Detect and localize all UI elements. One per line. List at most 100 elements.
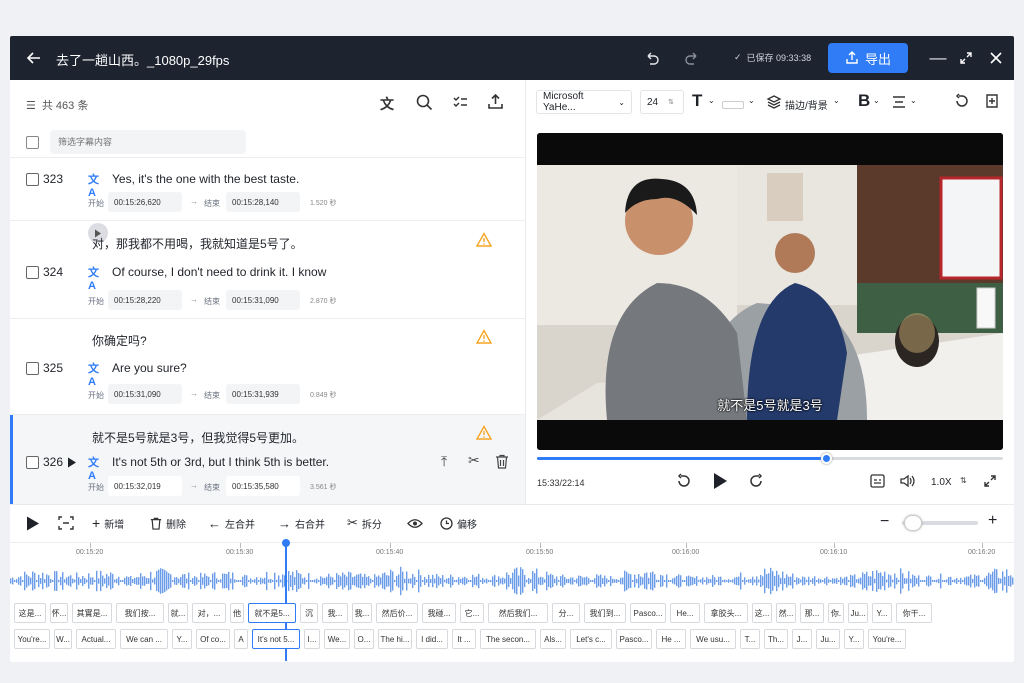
delete-button[interactable]: 删除: [150, 511, 186, 535]
subtitle-clip[interactable]: Ju...: [848, 603, 868, 623]
subtitle-clip[interactable]: It's not 5...: [252, 629, 300, 649]
zoom-in-icon[interactable]: +: [988, 512, 997, 530]
back-arrow-icon[interactable]: [24, 48, 44, 68]
fullscreen-icon[interactable]: [983, 474, 997, 488]
subtitle-clip[interactable]: 这是...: [14, 603, 46, 623]
subtitle-clip[interactable]: Let's c...: [570, 629, 612, 649]
play-icon[interactable]: [712, 472, 728, 490]
subtitle-clip[interactable]: 其實是...: [72, 603, 112, 623]
subtitle-clip[interactable]: 它...: [460, 603, 484, 623]
layers-icon[interactable]: [766, 94, 782, 110]
video-player[interactable]: 就不是5号就是3号: [537, 133, 1003, 450]
export-button[interactable]: 导出: [828, 43, 908, 73]
minimize-icon[interactable]: —: [928, 48, 948, 68]
chevron-down-icon[interactable]: ⌄: [873, 96, 880, 105]
play-icon[interactable]: [67, 457, 77, 468]
subtitle-clip[interactable]: You're...: [14, 629, 50, 649]
reset-icon[interactable]: [954, 93, 970, 109]
subtitle-clip[interactable]: W...: [54, 629, 72, 649]
zoom-out-icon[interactable]: −: [880, 513, 889, 531]
subtitle-clip[interactable]: 沉: [300, 603, 318, 623]
subtitle-toggle-icon[interactable]: [870, 474, 885, 488]
subtitle-clip[interactable]: 然后价...: [376, 603, 418, 623]
subtitle-clip[interactable]: He ...: [656, 629, 686, 649]
subtitle-clip[interactable]: 我...: [352, 603, 372, 623]
subtitle-clip[interactable]: 你干...: [896, 603, 932, 623]
zoom-slider[interactable]: [902, 515, 978, 531]
english-text[interactable]: Of course, I don't need to drink it. I k…: [112, 265, 326, 279]
subtitle-clip[interactable]: 我碰...: [422, 603, 456, 623]
subtitle-clip[interactable]: Y...: [872, 603, 892, 623]
eye-icon[interactable]: [407, 518, 423, 529]
merge-left-button[interactable]: ← 左合并: [208, 511, 255, 535]
subtitle-clip[interactable]: 你.: [828, 603, 844, 623]
subtitle-clip[interactable]: You're...: [868, 629, 906, 649]
subtitle-clip[interactable]: The hi...: [378, 629, 412, 649]
undo-icon[interactable]: [642, 48, 662, 68]
start-time-field[interactable]: 00:15:32,019: [108, 476, 182, 496]
chevron-down-icon[interactable]: ⌄: [910, 96, 917, 105]
timeline-play-icon[interactable]: [26, 516, 40, 531]
subtitle-clip[interactable]: T...: [740, 629, 760, 649]
subtitle-row-326[interactable]: 就不是5号就是3号，但我觉得5号更加。 326 文A It's not 5th …: [10, 415, 525, 504]
select-all-checkbox[interactable]: [26, 136, 39, 154]
text-style-icon[interactable]: T: [692, 91, 702, 111]
subtitle-clip[interactable]: We usu...: [690, 629, 736, 649]
subtitle-clip[interactable]: 就...: [168, 603, 188, 623]
rewind-icon[interactable]: [676, 473, 692, 489]
merge-icon[interactable]: ⤒: [441, 453, 447, 470]
chevron-down-icon[interactable]: ⌄: [748, 96, 755, 105]
upload-icon[interactable]: [487, 93, 504, 115]
subtitle-clip[interactable]: 我们按...: [116, 603, 164, 623]
subtitle-clip[interactable]: 然后我们...: [488, 603, 548, 623]
end-time-field[interactable]: 00:15:31,090: [226, 290, 300, 310]
offset-button[interactable]: 偏移: [440, 511, 477, 535]
start-time-field[interactable]: 00:15:31,090: [108, 384, 182, 404]
subtitle-clip[interactable]: 分...: [552, 603, 580, 623]
volume-icon[interactable]: [900, 474, 916, 488]
zoom-slider-handle[interactable]: [904, 515, 922, 531]
english-text[interactable]: Yes, it's the one with the best taste.: [112, 172, 299, 186]
subtitle-clip[interactable]: 拿胶头...: [704, 603, 748, 623]
start-time-field[interactable]: 00:15:28,220: [108, 290, 182, 310]
subtitle-clip[interactable]: 对，...: [192, 603, 226, 623]
font-size-stepper[interactable]: 24 ⇅: [640, 90, 684, 114]
color-swatch[interactable]: [722, 101, 744, 109]
subtitle-clip[interactable]: Y...: [172, 629, 192, 649]
video-progress-track[interactable]: [537, 453, 1003, 464]
align-icon[interactable]: [891, 94, 907, 110]
filter-input[interactable]: [50, 130, 246, 154]
end-time-field[interactable]: 00:15:31,939: [226, 384, 300, 404]
row-checkbox[interactable]: [26, 172, 39, 186]
redo-icon[interactable]: [682, 48, 702, 68]
subtitle-clip[interactable]: 那...: [800, 603, 824, 623]
subtitle-clip[interactable]: A: [234, 629, 248, 649]
subtitle-clip[interactable]: We can ...: [120, 629, 168, 649]
translate-icon[interactable]: 文: [380, 94, 398, 112]
chevron-down-icon[interactable]: ⌄: [833, 96, 840, 105]
scissors-icon[interactable]: ✂: [468, 452, 480, 469]
subtitle-clip[interactable]: O...: [354, 629, 374, 649]
subtitle-clip[interactable]: 他: [230, 603, 244, 623]
subtitle-clip[interactable]: 就不是5...: [248, 603, 296, 623]
start-time-field[interactable]: 00:15:26,620: [108, 192, 182, 212]
subtitle-row-325[interactable]: 你确定吗? 325 文A Are you sure? 开始 00:15:31,0…: [10, 319, 525, 415]
english-text[interactable]: Are you sure?: [112, 361, 187, 375]
subtitle-clip[interactable]: 怀...: [50, 603, 68, 623]
row-checkbox[interactable]: [26, 361, 39, 375]
subtitle-clip[interactable]: Pasco...: [616, 629, 652, 649]
video-progress-handle[interactable]: [820, 453, 832, 464]
subtitle-clip[interactable]: 然...: [776, 603, 796, 623]
chinese-text[interactable]: 就不是5号就是3号，但我觉得5号更加。: [92, 429, 304, 446]
subtitle-clip[interactable]: Ju...: [816, 629, 840, 649]
subtitle-clip[interactable]: Th...: [764, 629, 788, 649]
end-time-field[interactable]: 00:15:28,140: [226, 192, 300, 212]
chinese-text[interactable]: 对，那我都不用喝，我就知道是5号了。: [92, 235, 303, 252]
subtitle-clip[interactable]: Actual...: [76, 629, 116, 649]
subtitle-clip[interactable]: Of co...: [196, 629, 230, 649]
subtitle-clip[interactable]: It ...: [452, 629, 476, 649]
subtitle-clip[interactable]: 我...: [322, 603, 348, 623]
fit-icon[interactable]: [58, 516, 74, 530]
stroke-background-label[interactable]: 描边/背景: [785, 97, 828, 112]
subtitle-clip[interactable]: The secon...: [480, 629, 536, 649]
